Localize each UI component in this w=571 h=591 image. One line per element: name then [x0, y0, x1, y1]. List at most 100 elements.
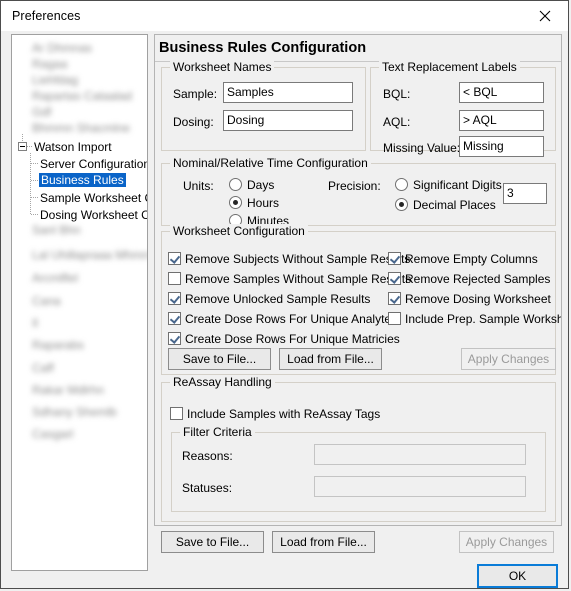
dosing-worksheet-name-input[interactable]: Dosing: [223, 110, 353, 131]
business-rules-panel: Business Rules Configuration Worksheet N…: [154, 34, 562, 526]
aql-replacement-input[interactable]: > AQL: [459, 110, 544, 131]
checkbox-label: Include Samples with ReAssay Tags: [187, 407, 381, 421]
tree-item-blurred[interactable]: Bhmmn Shacmlne: [32, 121, 130, 135]
save-to-file-button-footer[interactable]: Save to File...: [161, 531, 264, 553]
statuses-filter-input[interactable]: [314, 476, 526, 497]
checkbox-create-dose-rows-for-unique-analytes[interactable]: Create Dose Rows For Unique Analytes: [168, 312, 397, 326]
checkbox-label: Create Dose Rows For Unique Analytes: [185, 312, 398, 326]
worksheet-names-group: Worksheet Names: [161, 60, 366, 151]
checkbox-indicator: [168, 332, 181, 345]
checkbox-indicator: [168, 272, 181, 285]
checkbox-indicator: [168, 252, 181, 265]
checkbox-include-prep-sample-worksheet[interactable]: Include Prep. Sample Worksheet: [388, 312, 561, 326]
page-title: Business Rules Configuration: [159, 40, 367, 56]
radio-label: Decimal Places: [413, 198, 496, 212]
tree-connector: [31, 163, 38, 164]
ok-button[interactable]: OK: [477, 564, 558, 588]
checkbox-label: Remove Samples Without Sample Results: [185, 272, 412, 286]
tree-item-blurred[interactable]: Ar Dhmnas: [32, 41, 92, 55]
precision-label: Precision:: [328, 179, 381, 193]
radio-precision-significant-digits[interactable]: Significant Digits: [395, 178, 502, 192]
missing-value-input[interactable]: Missing: [459, 136, 544, 157]
tree-expander-watson-import[interactable]: [18, 142, 27, 151]
tree-item-blurred[interactable]: Liehfdag: [32, 73, 78, 87]
load-from-file-button-upper[interactable]: Load from File...: [279, 348, 382, 370]
title-bar: Preferences: [1, 1, 568, 31]
close-button[interactable]: [523, 1, 568, 30]
tree-item-blurred[interactable]: Sanl Bhn: [32, 223, 81, 237]
tree-item-watson-import[interactable]: Watson Import: [34, 140, 112, 154]
tree-item-blurred[interactable]: Sdhany Shemlb: [32, 405, 117, 419]
reasons-filter-input[interactable]: [314, 444, 526, 465]
statuses-label: Statuses:: [182, 481, 233, 495]
checkbox-indicator: [388, 312, 401, 325]
tree-item-blurred[interactable]: Caff: [32, 361, 54, 375]
checkbox-remove-empty-columns[interactable]: Remove Empty Columns: [388, 252, 538, 266]
checkbox-label: Remove Unlocked Sample Results: [185, 292, 371, 306]
radio-precision-decimal-places[interactable]: Decimal Places: [395, 198, 496, 212]
checkbox-remove-unlocked-sample-results[interactable]: Remove Unlocked Sample Results: [168, 292, 370, 306]
checkbox-indicator: [170, 407, 183, 420]
tree-item-blurred[interactable]: Cana: [32, 294, 61, 308]
checkbox-indicator: [168, 292, 181, 305]
filter-criteria-legend: Filter Criteria: [180, 425, 255, 439]
tree-item-sample-worksheet[interactable]: Sample Worksheet C: [40, 191, 147, 205]
checkbox-label: Remove Empty Columns: [405, 252, 538, 266]
radio-units-days[interactable]: Days: [229, 178, 274, 192]
radio-indicator: [229, 196, 242, 209]
tree-item-blurred[interactable]: Gdf: [32, 105, 51, 119]
checkbox-label: Include Prep. Sample Worksheet: [405, 312, 561, 326]
radio-indicator: [395, 198, 408, 211]
tree-item-blurred[interactable]: Rapartas Cataalad: [32, 89, 132, 103]
radio-units-hours[interactable]: Hours: [229, 196, 279, 210]
save-to-file-button-upper[interactable]: Save to File...: [168, 348, 271, 370]
missing-value-label: Missing Value:: [383, 141, 461, 155]
checkbox-indicator: [388, 272, 401, 285]
radio-label: Days: [247, 178, 275, 192]
sample-label: Sample:: [173, 87, 218, 101]
checkbox-label: Remove Subjects Without Sample Results: [185, 252, 411, 266]
dialog-client-area: Ar Dhmnas Ragaa Liehfdag Rapartas Cataal…: [1, 31, 568, 588]
tree-item-blurred[interactable]: Lal Uhillapraaa Mhmrn: [32, 248, 147, 262]
preferences-window: Preferences Ar Dhmnas Ragaa Liehfdag Rap…: [0, 0, 569, 589]
checkbox-label: Create Dose Rows For Unique Matricies: [185, 332, 400, 346]
text-replacement-legend: Text Replacement Labels: [379, 60, 520, 74]
checkbox-create-dose-rows-for-unique-matricies[interactable]: Create Dose Rows For Unique Matricies: [168, 332, 400, 346]
tree-item-blurred[interactable]: Raparabs: [32, 338, 84, 352]
preferences-tree[interactable]: Ar Dhmnas Ragaa Liehfdag Rapartas Cataal…: [11, 34, 148, 571]
tree-item-dosing-worksheet[interactable]: Dosing Worksheet C: [40, 208, 147, 222]
checkbox-label: Remove Dosing Worksheet: [405, 292, 551, 306]
time-configuration-group: Nominal/Relative Time Configuration: [161, 156, 556, 226]
tree-connector: [31, 197, 38, 198]
tree-connector: [22, 134, 23, 142]
sample-worksheet-name-input[interactable]: Samples: [223, 82, 353, 103]
checkbox-remove-rejected-samples[interactable]: Remove Rejected Samples: [388, 272, 550, 286]
tree-connector: [27, 146, 33, 147]
tree-item-blurred[interactable]: Ragaa: [32, 57, 67, 71]
checkbox-label: Remove Rejected Samples: [405, 272, 551, 286]
tree-connector: [31, 180, 38, 181]
load-from-file-button-footer[interactable]: Load from File...: [272, 531, 375, 553]
precision-value-input[interactable]: 3: [503, 183, 547, 204]
tree-item-blurred[interactable]: Il: [32, 316, 38, 330]
time-configuration-legend: Nominal/Relative Time Configuration: [170, 156, 371, 170]
bql-label: BQL:: [383, 87, 411, 101]
checkbox-remove-subjects-without-sample-results[interactable]: Remove Subjects Without Sample Results: [168, 252, 410, 266]
bql-replacement-input[interactable]: < BQL: [459, 82, 544, 103]
tree-item-blurred[interactable]: Casgarl: [32, 427, 73, 441]
radio-label: Hours: [247, 196, 280, 210]
window-title: Preferences: [12, 9, 81, 23]
tree-item-server-configuration[interactable]: Server Configuration: [40, 157, 147, 171]
worksheet-names-legend: Worksheet Names: [170, 60, 275, 74]
checkbox-include-samples-with-reassay-tags[interactable]: Include Samples with ReAssay Tags: [170, 407, 380, 421]
checkbox-remove-dosing-worksheet[interactable]: Remove Dosing Worksheet: [388, 292, 551, 306]
tree-item-blurred[interactable]: Rakar Mdlrhn: [32, 383, 104, 397]
checkbox-indicator: [388, 292, 401, 305]
apply-changes-button-footer[interactable]: Apply Changes: [459, 531, 554, 553]
tree-item-blurred[interactable]: Arcmlflel: [32, 271, 78, 285]
tree-item-business-rules[interactable]: Business Rules: [39, 173, 126, 187]
checkbox-indicator: [388, 252, 401, 265]
checkbox-remove-samples-without-sample-results[interactable]: Remove Samples Without Sample Results: [168, 272, 411, 286]
units-label: Units:: [183, 179, 214, 193]
apply-changes-button-upper[interactable]: Apply Changes: [461, 348, 556, 370]
